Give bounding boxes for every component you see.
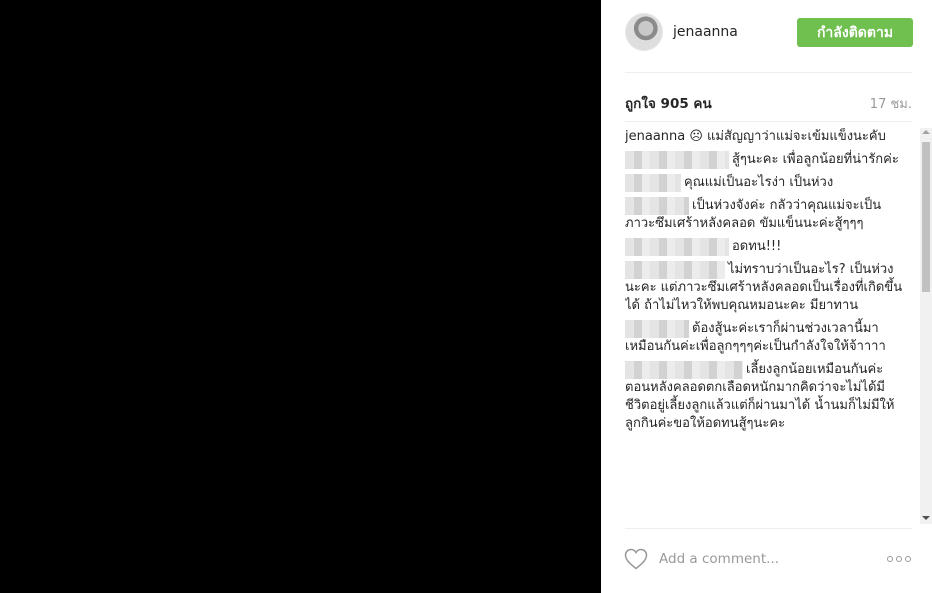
comment-item: เป็นห่วงจังค่ะ กลัวว่าคุณแม่จะเป็นภาวะซึ… [625,197,905,233]
comment-item: สู้ๆนะคะ เพื่อลูกน้อยที่น่ารักค่ะ [625,151,905,169]
following-button[interactable]: กำลังติดตาม [797,18,913,47]
composer-divider [625,528,912,529]
scrollbar-thumb[interactable] [922,142,930,292]
avatar[interactable] [625,13,663,51]
dot [905,556,911,562]
comment-item: jenaanna ☹ แม่สัญญาว่าแม่จะเข้มแข็งนะคับ [625,128,905,146]
blurred-username[interactable] [625,174,681,192]
comment-input[interactable] [659,548,859,570]
comment-scrollbar[interactable] [920,128,932,524]
comment-item: อดทน!!! [625,238,905,256]
likes-count[interactable]: ถูกใจ 905 คน [625,92,712,114]
blurred-username[interactable] [625,197,689,215]
post-side-panel: jenaanna กำลังติดตาม ถูกใจ 905 คน 17 ชม.… [601,0,932,593]
post-header: jenaanna กำลังติดตาม [601,0,932,72]
header-divider [625,72,912,73]
stats-divider [625,121,912,122]
dot [896,556,902,562]
comment-item: ไม่ทราบว่าเป็นอะไร? เป็นห่วงนะคะ แต่ภาวะ… [625,261,905,315]
post-timestamp: 17 ชม. [869,97,912,112]
scroll-down-arrow-icon[interactable] [922,516,930,520]
comment-item: ต้องสู้นะค่ะเราก็ผ่านช่วงเวลานี้มาเหมือน… [625,320,905,356]
username[interactable]: jenaanna [673,24,738,40]
comment-author[interactable]: jenaanna [625,129,685,144]
comment-text: สู้ๆนะคะ เพื่อลูกน้อยที่น่ารักค่ะ [732,152,899,167]
post-media[interactable] [0,0,601,593]
comment-text: คุณแม่เป็นอะไรง่า เป็นห่วง [684,175,834,190]
comment-text: ☹ แม่สัญญาว่าแม่จะเข้มแข็งนะคับ [685,129,886,144]
blurred-username[interactable] [625,361,743,379]
more-options-icon[interactable] [887,552,913,566]
comment-item: เลี้ยงลูกน้อยเหมือนกันค่ะตอนหลังคลอดตกเล… [625,361,905,433]
heart-icon[interactable] [624,548,648,570]
dot [887,556,893,562]
comment-item: คุณแม่เป็นอะไรง่า เป็นห่วง [625,174,905,192]
comment-text: อดทน!!! [732,239,782,254]
scroll-up-arrow-icon[interactable] [922,130,930,134]
blurred-username[interactable] [625,320,689,338]
blurred-username[interactable] [625,151,729,169]
blurred-username[interactable] [625,238,729,256]
blurred-username[interactable] [625,261,725,279]
comment-list[interactable]: jenaanna ☹ แม่สัญญาว่าแม่จะเข้มแข็งนะคับ… [625,128,905,524]
